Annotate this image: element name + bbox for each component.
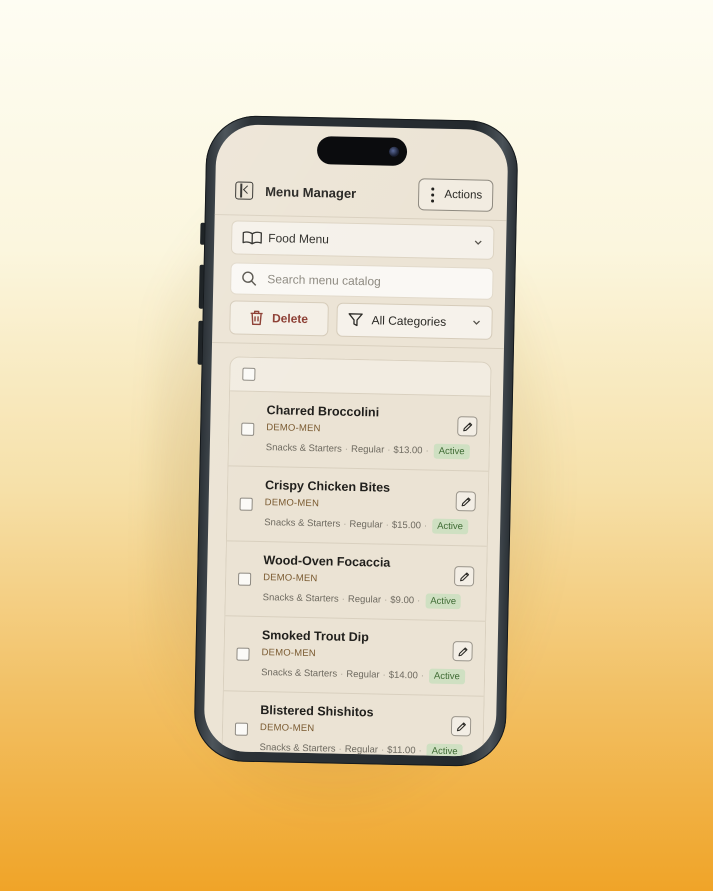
item-name: Smoked Trout Dip (261, 628, 369, 645)
item-name: Blistered Shishitos (260, 703, 374, 720)
pencil-icon (459, 571, 469, 581)
pencil-icon (461, 497, 471, 506)
row-checkbox[interactable] (239, 497, 253, 511)
select-all-checkbox[interactable] (242, 367, 256, 381)
list-item[interactable]: Crispy Chicken Bites DEMO-MEN Snacks & S… (226, 466, 489, 547)
toolbar-divider (212, 341, 504, 350)
item-category: Snacks & Starters (261, 667, 338, 680)
item-code: DEMO-MEN (266, 422, 321, 435)
item-size: Regular (350, 443, 385, 456)
edit-button[interactable] (453, 566, 475, 587)
item-code: DEMO-MEN (261, 647, 317, 660)
row-checkbox[interactable] (237, 572, 252, 586)
item-body: Wood-Oven Focaccia DEMO-MEN Snacks & Sta… (262, 553, 475, 610)
category-select[interactable]: All Categories (336, 302, 493, 340)
toolbar: Delete All Categories (229, 300, 493, 340)
chevron-down-icon (473, 320, 480, 325)
item-meta: Snacks & Starters · Regular · $13.00 · A… (265, 440, 477, 460)
item-meta: Snacks & Starters · Regular · $9.00 · Ac… (262, 590, 474, 610)
item-code: DEMO-MEN (259, 722, 315, 735)
pencil-icon (457, 646, 468, 656)
kebab-icon (431, 187, 435, 203)
camera-icon (388, 146, 400, 157)
category-select-value: All Categories (371, 313, 447, 329)
phone-screen: Menu Manager Actions Food Menu Search me… (203, 124, 509, 757)
list-item[interactable]: Smoked Trout Dip DEMO-MEN Snacks & Start… (223, 616, 486, 697)
filter-icon (348, 313, 363, 327)
edit-button[interactable] (457, 416, 478, 437)
row-checkbox[interactable] (236, 647, 250, 661)
app-header: Menu Manager Actions (215, 166, 508, 220)
item-price: $14.00 (388, 669, 418, 682)
item-price: $13.00 (393, 444, 423, 457)
item-name: Wood-Oven Focaccia (263, 553, 391, 570)
delete-button-label: Delete (271, 311, 309, 326)
chevron-down-icon (474, 240, 482, 245)
item-name: Crispy Chicken Bites (264, 478, 391, 495)
menu-select[interactable]: Food Menu (230, 220, 495, 260)
list-item[interactable]: Charred Broccolini DEMO-MEN Snacks & Sta… (228, 391, 490, 472)
item-size: Regular (347, 593, 382, 606)
sidebar-toggle-icon[interactable] (235, 181, 254, 200)
item-code: DEMO-MEN (264, 497, 320, 510)
actions-button[interactable]: Actions (418, 178, 494, 212)
page-title: Menu Manager (265, 183, 357, 201)
item-price: $11.00 (387, 744, 416, 757)
item-price: $15.00 (391, 519, 422, 532)
edit-button[interactable] (455, 491, 476, 512)
delete-button[interactable]: Delete (229, 300, 329, 337)
status-badge: Active (431, 518, 469, 535)
item-body: Charred Broccolini DEMO-MEN Snacks & Sta… (265, 403, 478, 460)
item-category: Snacks & Starters (262, 592, 339, 605)
status-badge: Active (425, 593, 462, 610)
item-price: $9.00 (390, 594, 415, 607)
status-badge: Active (428, 668, 466, 685)
list-header (230, 357, 491, 397)
item-category: Snacks & Starters (265, 442, 342, 455)
item-body: Crispy Chicken Bites DEMO-MEN Snacks & S… (264, 478, 476, 535)
search-icon (242, 271, 257, 286)
search-field[interactable] (230, 262, 494, 300)
phone-device: Menu Manager Actions Food Menu Search me… (193, 114, 519, 768)
item-name: Charred Broccolini (266, 403, 380, 420)
edit-button[interactable] (452, 641, 473, 662)
search-input[interactable] (265, 271, 470, 292)
list-item[interactable]: Wood-Oven Focaccia DEMO-MEN Snacks & Sta… (225, 541, 487, 622)
menu-select-value: Food Menu (268, 231, 330, 247)
trash-icon (251, 310, 264, 326)
item-body: Blistered Shishitos DEMO-MEN Snacks & St… (259, 703, 471, 757)
dynamic-island (316, 136, 408, 167)
book-icon (242, 231, 262, 245)
item-meta: Snacks & Starters · Regular · $15.00 · A… (264, 515, 475, 535)
item-size: Regular (349, 518, 383, 531)
item-body: Smoked Trout Dip DEMO-MEN Snacks & Start… (261, 628, 473, 685)
edit-button[interactable] (450, 716, 472, 737)
status-badge: Active (433, 443, 470, 460)
item-category: Snacks & Starters (264, 517, 341, 530)
list-item[interactable]: Blistered Shishitos DEMO-MEN Snacks & St… (222, 691, 484, 757)
item-size: Regular (344, 743, 379, 756)
status-badge: Active (426, 743, 463, 757)
item-size: Regular (346, 668, 380, 681)
row-checkbox[interactable] (241, 422, 255, 436)
actions-button-label: Actions (444, 188, 483, 202)
menu-item-list: Charred Broccolini DEMO-MEN Snacks & Sta… (221, 356, 492, 757)
pencil-icon (456, 721, 466, 731)
item-code: DEMO-MEN (263, 572, 318, 585)
pencil-icon (462, 422, 472, 431)
row-checkbox[interactable] (234, 722, 249, 736)
item-meta: Snacks & Starters · Regular · $14.00 · A… (261, 665, 472, 685)
